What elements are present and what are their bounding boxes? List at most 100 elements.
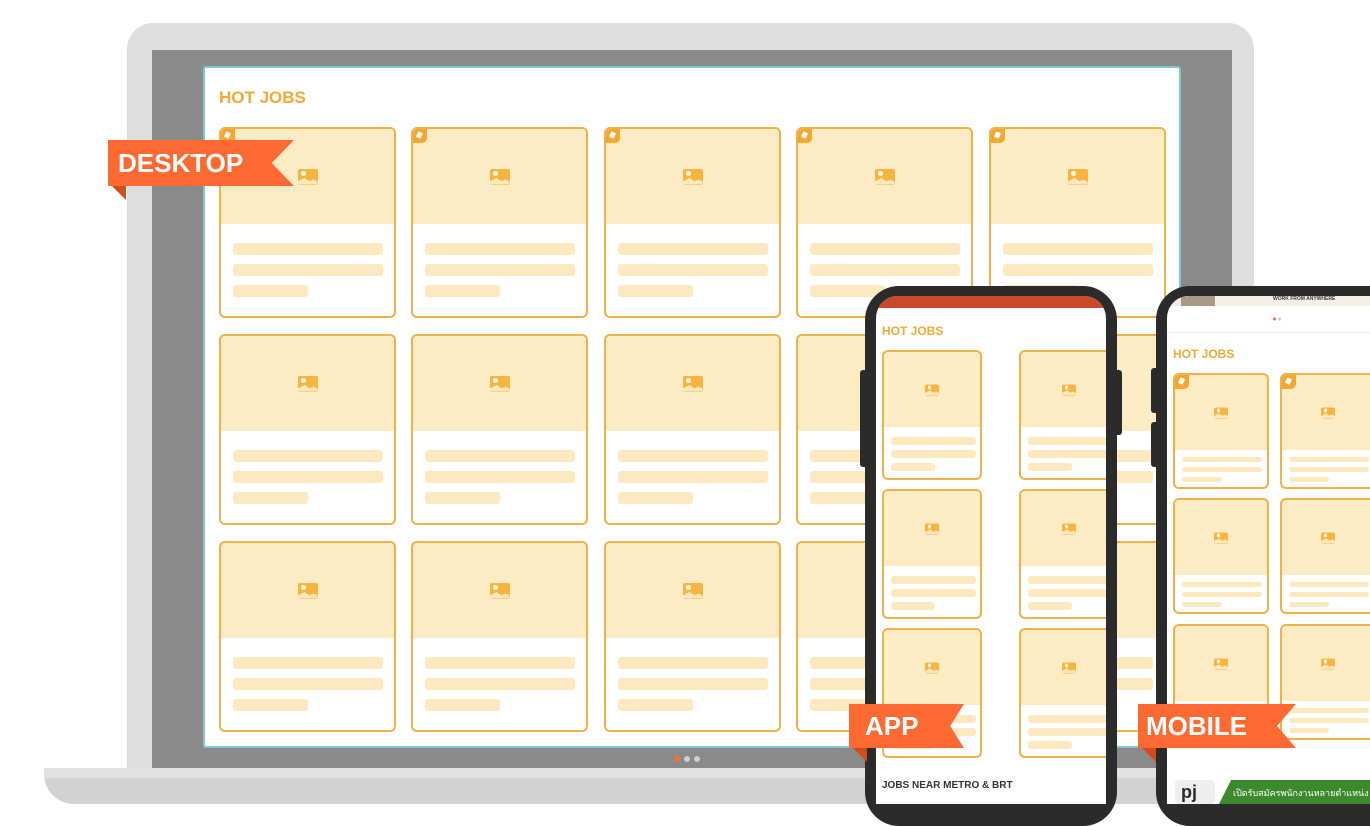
job-card[interactable] <box>411 334 588 525</box>
job-card-image-placeholder <box>1282 626 1370 701</box>
carousel-dot[interactable] <box>684 756 690 762</box>
text-placeholder-line <box>425 450 575 462</box>
image-icon <box>925 662 939 673</box>
text-placeholder-line <box>233 657 383 669</box>
laptop-base-lip <box>44 768 1326 778</box>
text-placeholder-line <box>1289 467 1369 472</box>
desktop-carousel-dots[interactable] <box>674 749 704 767</box>
text-placeholder-line <box>891 437 976 445</box>
text-placeholder-line <box>1289 718 1369 723</box>
text-placeholder-line <box>1028 589 1106 597</box>
text-placeholder-line <box>618 285 693 297</box>
job-card[interactable] <box>882 489 982 619</box>
job-card[interactable] <box>411 541 588 732</box>
image-icon <box>1067 168 1088 185</box>
text-placeholder-line <box>1289 602 1329 607</box>
text-placeholder-line <box>618 264 768 276</box>
text-placeholder-line <box>1289 477 1329 482</box>
text-placeholder-line <box>891 450 976 458</box>
text-placeholder-line <box>891 602 935 610</box>
job-card-image-placeholder <box>884 352 980 427</box>
job-card[interactable] <box>604 127 781 318</box>
text-placeholder-line <box>1289 592 1369 597</box>
job-card[interactable] <box>604 541 781 732</box>
text-placeholder-line <box>425 699 500 711</box>
job-card[interactable] <box>219 334 396 525</box>
text-placeholder-line <box>891 463 935 471</box>
image-icon <box>489 168 510 185</box>
text-placeholder-line <box>1028 715 1106 723</box>
image-icon <box>1214 532 1228 543</box>
image-icon <box>297 375 318 392</box>
text-placeholder-line <box>1003 264 1153 276</box>
job-card[interactable] <box>1173 373 1269 489</box>
text-placeholder-line <box>1182 602 1222 607</box>
text-placeholder-line <box>425 657 575 669</box>
image-icon <box>1321 658 1335 669</box>
text-placeholder-line <box>233 243 383 255</box>
mobile-banner-image <box>1181 296 1215 306</box>
pin-icon <box>798 129 812 143</box>
job-card-image-placeholder <box>606 543 779 638</box>
text-placeholder-line <box>1182 477 1222 482</box>
image-icon <box>1321 532 1335 543</box>
text-placeholder-line <box>1182 582 1262 587</box>
text-placeholder-line <box>425 243 575 255</box>
carousel-dot-active[interactable] <box>674 756 680 762</box>
image-icon <box>1214 658 1228 669</box>
job-card[interactable] <box>1019 489 1106 619</box>
job-card[interactable] <box>1019 350 1106 480</box>
image-icon <box>925 523 939 534</box>
job-card[interactable] <box>604 334 781 525</box>
text-placeholder-line <box>1028 741 1072 749</box>
image-icon <box>1062 384 1076 395</box>
text-placeholder-line <box>1028 463 1072 471</box>
app-label-fold <box>853 748 867 762</box>
text-placeholder-line <box>233 678 383 690</box>
pin-icon <box>1175 375 1189 389</box>
carousel-dot[interactable] <box>1278 317 1281 321</box>
text-placeholder-line <box>425 492 500 504</box>
job-card[interactable] <box>1173 498 1269 614</box>
mobile-footer-banner-text: เปิดรับสมัครพนักงานหลายตำแหน่ง <box>1233 788 1369 798</box>
text-placeholder-line <box>233 264 383 276</box>
job-card[interactable] <box>1019 628 1106 758</box>
job-card-image-placeholder <box>1021 630 1106 705</box>
text-placeholder-line <box>233 471 383 483</box>
job-card-image-placeholder <box>991 129 1164 224</box>
text-placeholder-line <box>810 264 960 276</box>
desktop-label-fold <box>112 186 126 200</box>
job-card-image-placeholder <box>1282 500 1370 575</box>
mobile-carousel-dots[interactable] <box>1273 314 1283 323</box>
mobile-section-title: HOT JOBS <box>1173 347 1235 361</box>
job-card[interactable] <box>1280 624 1370 740</box>
text-placeholder-line <box>1182 467 1262 472</box>
text-placeholder-line <box>618 678 768 690</box>
carousel-dot-active[interactable] <box>1273 317 1276 321</box>
job-card[interactable] <box>411 127 588 318</box>
carousel-dot[interactable] <box>694 756 700 762</box>
text-placeholder-line <box>1289 457 1369 462</box>
mobile-footer-logo[interactable]: pj <box>1175 780 1215 804</box>
text-placeholder-line <box>425 471 575 483</box>
text-placeholder-line <box>618 450 768 462</box>
text-placeholder-line <box>1028 450 1106 458</box>
job-card[interactable] <box>219 541 396 732</box>
mobile-label: MOBILE <box>1138 704 1296 748</box>
text-placeholder-line <box>233 699 308 711</box>
text-placeholder-line <box>1182 592 1262 597</box>
job-card-image-placeholder <box>1021 352 1106 427</box>
image-icon <box>682 375 703 392</box>
job-card-image-placeholder <box>1175 626 1267 701</box>
image-icon <box>1062 662 1076 673</box>
pin-icon <box>413 129 427 143</box>
job-card-image-placeholder <box>413 336 586 431</box>
app-label: APP <box>849 704 964 748</box>
job-card-image-placeholder <box>413 129 586 224</box>
job-card[interactable] <box>1280 373 1370 489</box>
job-card-image-placeholder <box>221 336 394 431</box>
job-card[interactable] <box>1280 498 1370 614</box>
job-card[interactable] <box>882 350 982 480</box>
job-card-image-placeholder <box>606 336 779 431</box>
job-card-image-placeholder <box>798 129 971 224</box>
